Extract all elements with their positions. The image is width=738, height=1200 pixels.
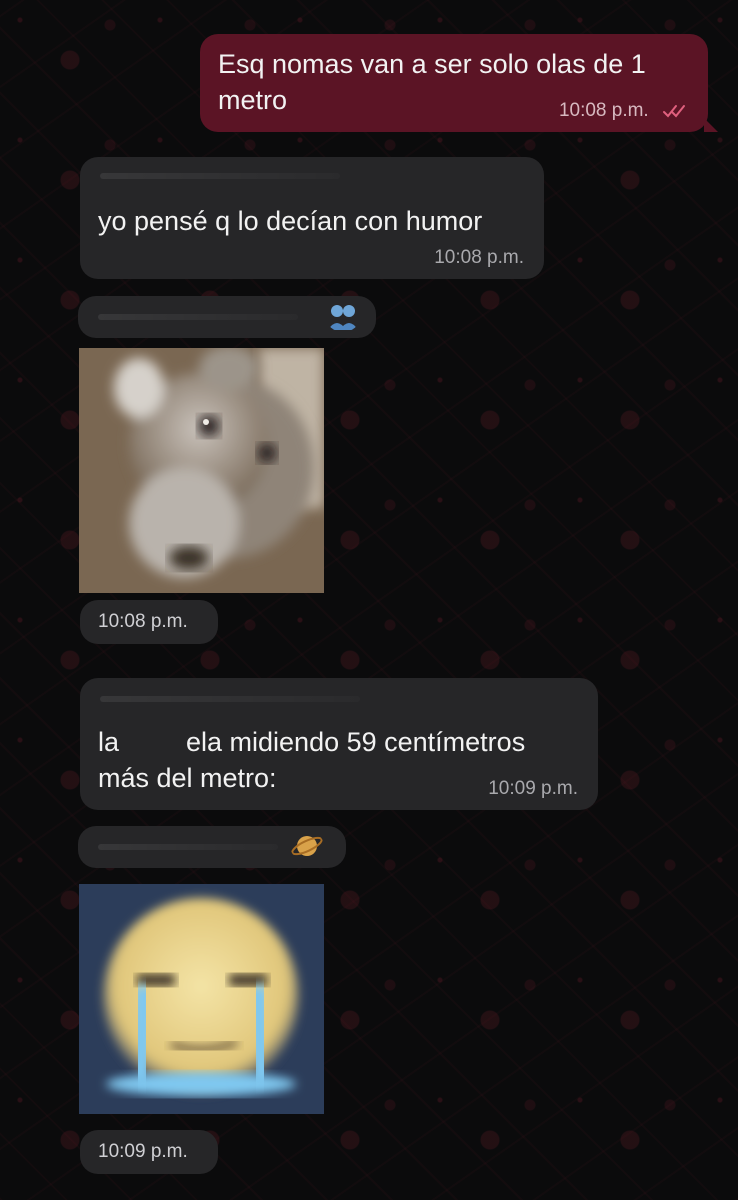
sender-header-bubble: [78, 296, 376, 338]
message-text-line: la: [98, 727, 120, 757]
message-timestamp: 10:08 p.m.: [98, 611, 188, 632]
shared-image[interactable]: [79, 348, 324, 593]
sender-name-redacted: [98, 844, 278, 850]
ringed-planet-emoji: [291, 836, 323, 856]
message-text: yo pensé q lo decían con humor: [98, 206, 483, 236]
shared-image[interactable]: [79, 884, 324, 1114]
message-timestamp: 10:08 p.m.: [434, 247, 524, 268]
people-hugging-emoji: [328, 305, 358, 330]
sender-name-redacted: [98, 314, 298, 320]
message-text-line: ela midiendo 59 centímetros: [186, 727, 526, 757]
double-check-icon: [663, 104, 685, 118]
crying-face-image: [79, 884, 324, 1114]
image-time-bubble: 10:08 p.m.: [80, 600, 218, 644]
outgoing-message-bubble[interactable]: Esq nomas van a ser solo olas de 1 metro…: [200, 34, 718, 132]
sender-name-redacted: [100, 696, 360, 702]
message-timestamp: 10:09 p.m.: [488, 778, 578, 799]
blurry-dog-image: [79, 348, 324, 593]
message-text-line: metro: [218, 85, 288, 115]
message-time: 10:08 p.m.: [559, 100, 690, 122]
bubble-tail: [704, 118, 718, 132]
message-timestamp: 10:09 p.m.: [98, 1141, 188, 1162]
incoming-message-bubble[interactable]: yo pensé q lo decían con humor 10:08 p.m…: [80, 157, 544, 279]
incoming-message-bubble[interactable]: la ela midiendo 59 centímetros más del m…: [80, 678, 598, 810]
message-text-line: más del metro:: [98, 763, 277, 793]
image-time-bubble: 10:09 p.m.: [80, 1130, 218, 1174]
sender-name-redacted: [100, 173, 340, 179]
sender-header-bubble: [78, 826, 346, 868]
message-timestamp: 10:08 p.m.: [558, 100, 649, 121]
message-text-line: Esq nomas van a ser solo olas de 1: [218, 49, 646, 79]
